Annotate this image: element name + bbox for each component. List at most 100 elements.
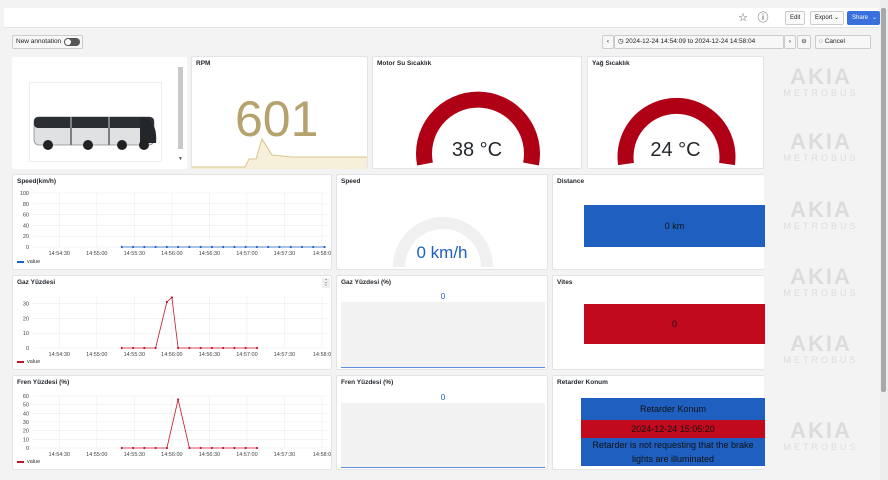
akia-logo: AKIA METROBUS: [776, 129, 866, 164]
clock-icon: ◷: [618, 38, 624, 45]
x-tick-label: 14:57:00: [236, 251, 257, 257]
x-tick-label: 14:57:30: [274, 251, 295, 257]
data-point: [300, 245, 304, 249]
scroll-down-icon[interactable]: ▼: [178, 156, 183, 162]
data-point: [131, 245, 135, 249]
time-back-button[interactable]: ‹: [602, 35, 614, 49]
data-point: [177, 245, 180, 249]
akia-logo: AKIA METROBUS: [776, 333, 866, 366]
gear-value: 0: [671, 319, 677, 329]
brake-chart: 0 10 20 30 40 50 60 14:54:30 14:55:00 14:55:30 14:…: [23, 394, 331, 458]
data-point: [244, 346, 247, 350]
star-icon[interactable]: ☆: [736, 11, 750, 25]
logo-text: AKIA: [790, 129, 852, 154]
y-tick-label: 0: [26, 245, 29, 251]
x-tick-label: 14:58:0: [313, 452, 331, 458]
data-point: [233, 245, 236, 249]
legend-swatch: [17, 260, 24, 263]
data-point: [120, 245, 123, 249]
data-point: [120, 346, 123, 350]
bus-image: [29, 82, 162, 162]
data-point: [170, 296, 173, 299]
chart-legend[interactable]: value: [17, 359, 40, 365]
gas-percent-value: 0: [440, 292, 446, 301]
legend-label: value: [27, 459, 41, 465]
y-tick-label: 30: [23, 420, 29, 426]
data-point: [143, 245, 146, 249]
data-point: [154, 245, 157, 249]
data-point: [177, 398, 180, 401]
rpm-value: 601: [235, 91, 319, 147]
y-tick-label: 10: [23, 437, 29, 443]
logo-subtext: METROBUS: [783, 221, 859, 231]
retarder-message-line2: lights are illuminated: [631, 454, 715, 464]
logo-subtext: METROBUS: [783, 88, 859, 98]
y-tick-label: 30: [23, 301, 29, 307]
logo-subtext: METROBUS: [783, 442, 859, 452]
data-point: [210, 346, 214, 350]
edit-button[interactable]: Edit: [785, 11, 806, 25]
x-tick-label: 14:57:00: [236, 452, 257, 458]
scrollbar-thumb[interactable]: [881, 8, 886, 392]
gas-chart-panel: Gaz Yüzdesi ⋮ 0 10 20 30 14:54:30 14:55:00 14:…: [12, 275, 332, 370]
data-point: [233, 346, 236, 350]
zoom-out-button[interactable]: ⊖: [797, 35, 811, 49]
data-point: [255, 346, 259, 350]
data-point: [222, 446, 225, 450]
x-tick-label: 14:55:00: [86, 452, 107, 458]
data-point: [210, 245, 214, 249]
series-line: [121, 399, 257, 449]
time-range-picker[interactable]: ◷ 2024-12-24 14:54:09 to 2024-12-24 14:5…: [614, 35, 784, 49]
panel-menu-icon[interactable]: ⋮: [322, 278, 330, 288]
chart-legend[interactable]: value: [17, 259, 40, 265]
data-point: [165, 245, 168, 249]
panel-title: Gaz Yüzdesi (%): [341, 279, 392, 286]
data-point: [143, 446, 146, 450]
y-tick-label: 40: [23, 223, 29, 229]
akia-logo: AKIA METROBUS: [776, 199, 866, 232]
data-point: [165, 446, 168, 450]
logo-text: AKIA: [790, 418, 852, 443]
data-point: [188, 446, 191, 450]
new-annotation-toggle[interactable]: [64, 38, 80, 46]
distance-value-box: 0 km: [584, 205, 765, 247]
top-toolbar: ☆ ⓘ Edit Export ⌄ Share ⌄: [4, 8, 881, 28]
data-point: [188, 245, 191, 249]
page-scrollbar[interactable]: [880, 0, 888, 480]
brake-percent-value: 0: [440, 393, 446, 402]
y-tick-label: 100: [20, 191, 29, 197]
new-annotation-label: New annotation: [16, 38, 62, 45]
gear-value-box: 0: [584, 304, 765, 344]
y-tick-label: 60: [23, 394, 29, 400]
retarder-message-line1: Retarder is not requesting that the brak…: [592, 440, 754, 450]
time-forward-button[interactable]: ›: [784, 35, 796, 49]
legend-label: value: [27, 259, 41, 265]
cancel-refresh-button[interactable]: ◌ Cancel: [815, 35, 871, 49]
coolant-temp-panel: Motor Su Sıcaklık 38 °C: [372, 56, 582, 169]
legend-swatch: [17, 360, 24, 363]
share-menu-chevron-icon[interactable]: ⌄: [869, 11, 881, 25]
chart-legend[interactable]: value: [17, 459, 40, 465]
y-tick-label: 0: [26, 446, 29, 452]
chevron-left-icon: ‹: [606, 38, 610, 45]
logo-text: AKIA: [790, 264, 852, 289]
info-icon[interactable]: ⓘ: [756, 11, 770, 25]
x-tick-label: 14:58:0: [313, 251, 331, 257]
x-tick-label: 14:58:0: [313, 352, 331, 358]
export-button[interactable]: Export ⌄: [810, 11, 845, 25]
x-tick-label: 14:54:30: [49, 352, 70, 358]
data-point: [312, 245, 315, 249]
gas-percent-panel: Gaz Yüzdesi (%) 0: [336, 275, 548, 370]
data-point: [154, 446, 157, 450]
retarder-header: Retarder Konum: [639, 404, 707, 414]
x-tick-label: 14:57:30: [274, 452, 295, 458]
image-scrollbar[interactable]: [178, 67, 183, 149]
y-tick-label: 0: [26, 346, 29, 352]
y-tick-label: 50: [23, 403, 29, 409]
retarder-timestamp: 2024-12-24 15:05:20: [631, 424, 715, 434]
x-tick-label: 14:56:00: [161, 352, 182, 358]
series-line: [121, 296, 257, 349]
refresh-spinner-icon: ◌: [819, 38, 823, 45]
legend-label: value: [27, 359, 41, 365]
logo-subtext: METROBUS: [783, 355, 859, 365]
